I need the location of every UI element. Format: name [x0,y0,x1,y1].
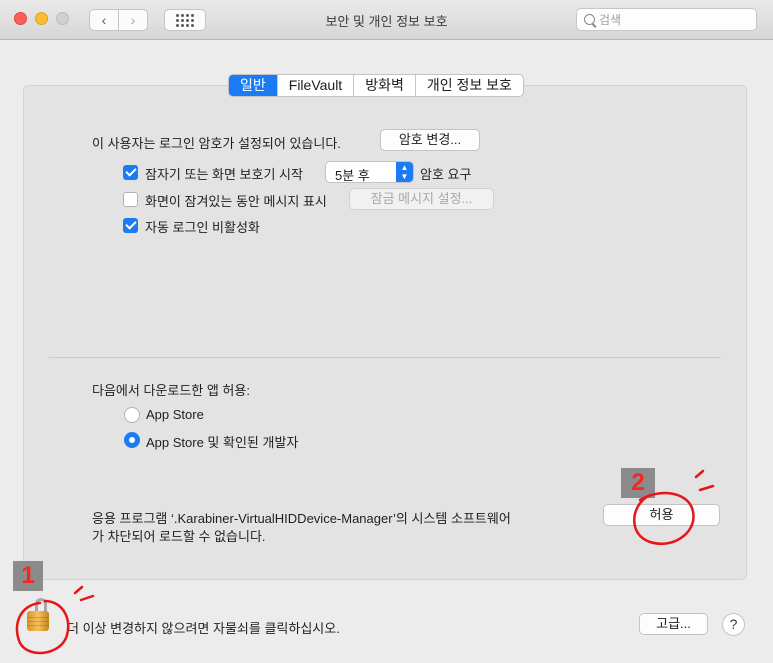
general-panel: 이 사용자는 로그인 암호가 설정되어 있습니다. 암호 변경... 잠자기 또… [23,85,747,580]
downloads-heading: 다음에서 다운로드한 앱 허용: [92,383,250,398]
change-password-button[interactable]: 암호 변경... [380,129,480,151]
password-delay-value: 5분 후 [335,168,370,183]
require-password-label: 잠자기 또는 화면 보호기 시작 [145,167,303,182]
advanced-button[interactable]: 고급... [639,613,708,635]
tab-bar: 일반 FileVault 방화벽 개인 정보 보호 [228,74,524,97]
chevron-updown-icon: ▲ ▼ [396,162,413,182]
require-password-checkbox[interactable] [123,165,138,180]
radio-app-store-identified[interactable] [124,432,140,448]
tab-general[interactable]: 일반 [229,75,278,96]
section-divider [49,357,721,358]
disable-auto-login-checkbox[interactable] [123,218,138,233]
help-button[interactable]: ? [722,613,745,636]
annotation-badge-2: 2 [621,468,655,498]
radio-app-store-label: App Store [146,407,204,422]
title-bar: ‹ › 보안 및 개인 정보 보호 [0,0,773,40]
require-password-suffix: 암호 요구 [420,167,472,182]
show-message-label: 화면이 잠겨있는 동안 메시지 표시 [145,194,327,209]
tab-filevault[interactable]: FileVault [278,75,355,96]
tab-firewall[interactable]: 방화벽 [354,75,416,96]
system-preferences-window: ‹ › 보안 및 개인 정보 보호 일반 FileVault 방화벽 개인 정보… [0,0,773,663]
annotation-tick-lock-1 [73,585,84,595]
password-delay-select[interactable]: 5분 후 ▲ ▼ [325,161,414,183]
set-lock-message-button[interactable]: 잠금 메시지 설정... [349,188,494,210]
lock-hint-text: 더 이상 변경하지 않으려면 자물쇠를 클릭하십시오. [67,621,340,636]
radio-app-store-identified-label: App Store 및 확인된 개발자 [146,435,299,450]
annotation-badge-1: 1 [13,561,43,591]
lock-icon [27,611,49,631]
blocked-software-line1: 응용 프로그램 ‘.Karabiner-VirtualHIDDevice-Man… [92,511,511,526]
annotation-tick-lock-2 [79,594,95,602]
search-field[interactable] [576,8,757,31]
show-message-checkbox[interactable] [123,192,138,207]
blocked-software-line2: 가 차단되어 로드할 수 없습니다. [92,529,266,544]
lock-button[interactable] [27,598,49,634]
disable-auto-login-label: 자동 로그인 비활성화 [145,220,260,235]
radio-app-store[interactable] [124,407,140,423]
lock-shackle-icon [35,598,47,612]
tab-privacy[interactable]: 개인 정보 보호 [416,75,523,96]
allow-button[interactable]: 허용 [603,504,720,526]
password-status-text: 이 사용자는 로그인 암호가 설정되어 있습니다. [92,136,341,151]
search-input[interactable] [599,11,749,28]
search-icon [584,14,595,25]
